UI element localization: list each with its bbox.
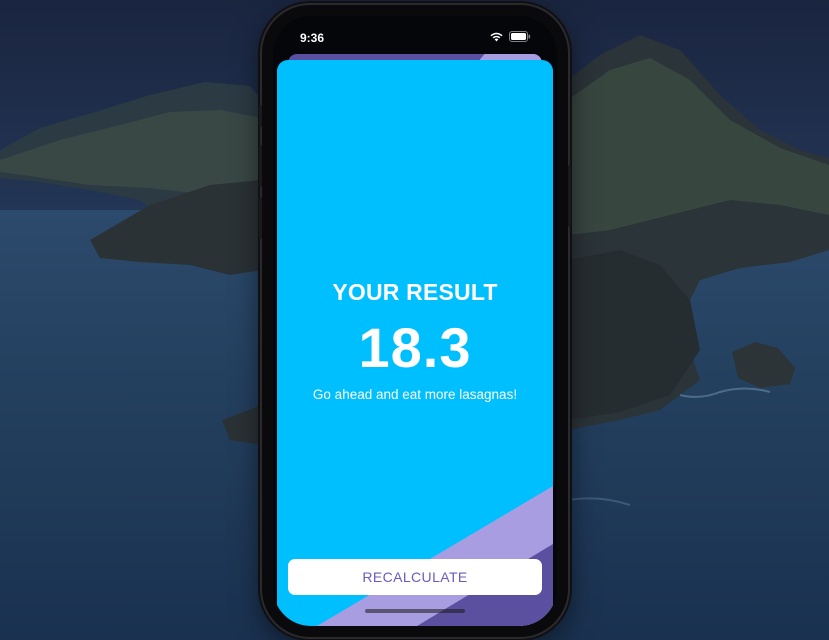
battery-icon — [509, 31, 531, 42]
result-title: YOUR RESULT — [332, 279, 498, 305]
status-icons — [489, 31, 531, 42]
home-indicator[interactable] — [365, 609, 465, 613]
result-advice: Go ahead and eat more lasagnas! — [312, 387, 518, 402]
volume-down-button — [259, 197, 262, 239]
phone-screen: 9:36 YOUR RESULT 18.3 Go ahead and eat m… — [273, 16, 557, 626]
volume-up-button — [259, 145, 262, 187]
silent-switch — [259, 105, 262, 127]
result-sheet: YOUR RESULT 18.3 Go ahead and eat more l… — [277, 60, 553, 626]
phone-frame: 9:36 YOUR RESULT 18.3 Go ahead and eat m… — [259, 5, 571, 637]
diagonal-decoration — [317, 486, 553, 626]
status-bar: 9:36 — [273, 16, 557, 56]
status-time: 9:36 — [300, 31, 325, 45]
power-button — [568, 165, 571, 227]
recalculate-button[interactable]: RECALCULATE — [288, 559, 542, 595]
bmi-value: 18.3 — [358, 316, 472, 379]
wifi-icon — [490, 32, 503, 42]
